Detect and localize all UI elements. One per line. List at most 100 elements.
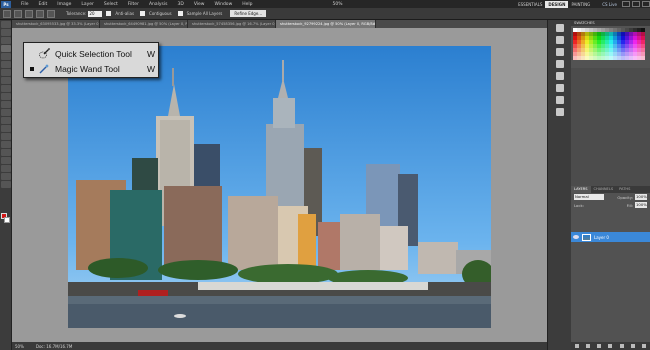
tolerance-input[interactable]: 20 [88, 10, 103, 17]
actions-panel-icon[interactable] [556, 36, 564, 44]
quick-selection-tool-icon[interactable] [1, 45, 11, 52]
tab-document-2[interactable]: shutterstock_64490981.jpg @ 50% (Layer 0… [100, 20, 188, 28]
tab-document-1[interactable]: shutterstock_63095533.jpg @ 33.3% (Layer… [12, 20, 100, 28]
active-marker [30, 66, 34, 71]
menu-view[interactable]: View [189, 2, 210, 7]
healing-brush-tool-icon[interactable] [1, 69, 11, 76]
minimize-button[interactable] [622, 1, 630, 7]
paragraph-panel-icon[interactable] [556, 84, 564, 92]
tool-preset-icon[interactable] [3, 9, 11, 18]
layer-style-icon[interactable] [585, 344, 590, 348]
link-layers-icon[interactable] [574, 344, 579, 348]
group-icon[interactable] [619, 344, 624, 348]
navigator-panel-icon[interactable] [556, 48, 564, 56]
new-selection-icon[interactable] [14, 9, 22, 18]
tab-document-3[interactable]: shutterstock_57458356.jpg @ 16.7% (Layer… [188, 20, 276, 28]
history-brush-tool-icon[interactable] [1, 93, 11, 100]
magic-wand-tool-item[interactable]: Magic Wand Tool W [24, 61, 160, 76]
visibility-eye-icon[interactable] [573, 235, 579, 239]
character-panel-icon[interactable] [556, 72, 564, 80]
maximize-button[interactable] [632, 1, 640, 7]
menu-filter[interactable]: Filter [123, 2, 144, 7]
workspace-essentials[interactable]: ESSENTIALS [515, 1, 545, 8]
hand-tool-icon[interactable] [1, 173, 11, 180]
selection-tool-flyout: Quick Selection Tool W Magic Wand Tool W [23, 42, 159, 78]
menu-bar: Ps File Edit Image Layer Select Filter A… [0, 0, 650, 8]
quick-selection-tool-item[interactable]: Quick Selection Tool W [24, 46, 160, 61]
brush-tool-icon[interactable] [1, 77, 11, 84]
pen-tool-icon[interactable] [1, 133, 11, 140]
sample-all-layers-checkbox[interactable] [177, 11, 183, 16]
dodge-tool-icon[interactable] [1, 125, 11, 132]
crop-tool-icon[interactable] [1, 53, 11, 60]
delete-layer-icon[interactable] [642, 344, 647, 348]
add-selection-icon[interactable] [25, 9, 33, 18]
new-layer-icon[interactable] [631, 344, 636, 348]
brush-panel-icon[interactable] [556, 96, 564, 104]
swatch-grid[interactable] [571, 26, 650, 62]
clone-source-panel-icon[interactable] [556, 108, 564, 116]
move-tool-icon[interactable] [1, 21, 11, 28]
tab-document-4[interactable]: shutterstock_92799224.jpg @ 50% (Layer 0… [276, 20, 376, 28]
document-image[interactable] [68, 46, 491, 328]
tab-paths[interactable]: PATHS [616, 186, 633, 193]
marquee-tool-icon[interactable] [1, 29, 11, 36]
gradient-tool-icon[interactable] [1, 109, 11, 116]
fill-input[interactable]: 100% [635, 202, 647, 208]
menu-select[interactable]: Select [99, 2, 123, 7]
contiguous-label: Contiguous [149, 11, 172, 16]
tolerance-label: Tolerance: [66, 11, 87, 16]
menu-image[interactable]: Image [52, 2, 76, 7]
zoom-level[interactable]: 50% [328, 2, 348, 7]
menu-3d[interactable]: 3D [172, 2, 188, 7]
menu-window[interactable]: Window [210, 2, 238, 7]
opacity-input[interactable]: 100% [635, 194, 647, 200]
antialias-checkbox[interactable] [106, 11, 112, 16]
tab-channels[interactable]: CHANNELS [591, 186, 617, 193]
shape-tool-icon[interactable] [1, 157, 11, 164]
panel-dock [547, 20, 571, 350]
eraser-tool-icon[interactable] [1, 101, 11, 108]
history-panel-icon[interactable] [556, 24, 564, 32]
workspace-design[interactable]: DESIGN [545, 0, 569, 8]
3d-rotate-tool-icon[interactable] [1, 165, 11, 172]
blur-tool-icon[interactable] [1, 117, 11, 124]
antialias-label: Anti-alias [115, 11, 135, 16]
subtract-selection-icon[interactable] [36, 9, 44, 18]
refine-edge-button[interactable]: Refine Edge... [230, 10, 267, 17]
adjustment-layer-icon[interactable] [608, 344, 613, 348]
workspace-switcher: ESSENTIALS DESIGN PAINTING CS Live [515, 0, 650, 8]
workspace-painting[interactable]: PAINTING [568, 1, 593, 8]
lasso-tool-icon[interactable] [1, 37, 11, 44]
inactive-marker [30, 52, 34, 56]
path-selection-tool-icon[interactable] [1, 149, 11, 156]
info-panel-icon[interactable] [556, 60, 564, 68]
menu-layer[interactable]: Layer [76, 2, 99, 7]
background-color-swatch[interactable] [4, 217, 10, 223]
type-tool-icon[interactable] [1, 141, 11, 148]
menu-edit[interactable]: Edit [34, 2, 53, 7]
menu-analysis[interactable]: Analysis [144, 2, 173, 7]
swatch-cell[interactable] [641, 56, 645, 60]
status-zoom[interactable]: 50% [15, 344, 24, 349]
blend-mode-select[interactable]: Normal [574, 194, 604, 200]
menu-file[interactable]: File [16, 2, 34, 7]
tab-layers[interactable]: LAYERS [571, 186, 591, 193]
zoom-tool-icon[interactable] [1, 181, 11, 188]
contiguous-checkbox[interactable] [140, 11, 146, 16]
quick-selection-icon [39, 48, 50, 59]
close-button[interactable] [642, 1, 650, 7]
cs-live-button[interactable]: CS Live [599, 1, 620, 8]
document-tabs: shutterstock_63095533.jpg @ 33.3% (Layer… [12, 20, 547, 28]
add-mask-icon[interactable] [597, 344, 602, 348]
fill-label: Fill: [626, 202, 633, 208]
magic-wand-shortcut: W [146, 63, 155, 74]
menu-help[interactable]: Help [237, 2, 257, 7]
layer-row[interactable]: Layer 0 [571, 232, 650, 242]
layer-thumbnail [582, 233, 591, 241]
intersect-selection-icon[interactable] [47, 9, 55, 18]
clone-stamp-tool-icon[interactable] [1, 85, 11, 92]
quick-selection-shortcut: W [146, 48, 155, 59]
eyedropper-tool-icon[interactable] [1, 61, 11, 68]
status-bar: 50% Doc: 16.7M/16.7M [12, 342, 547, 350]
